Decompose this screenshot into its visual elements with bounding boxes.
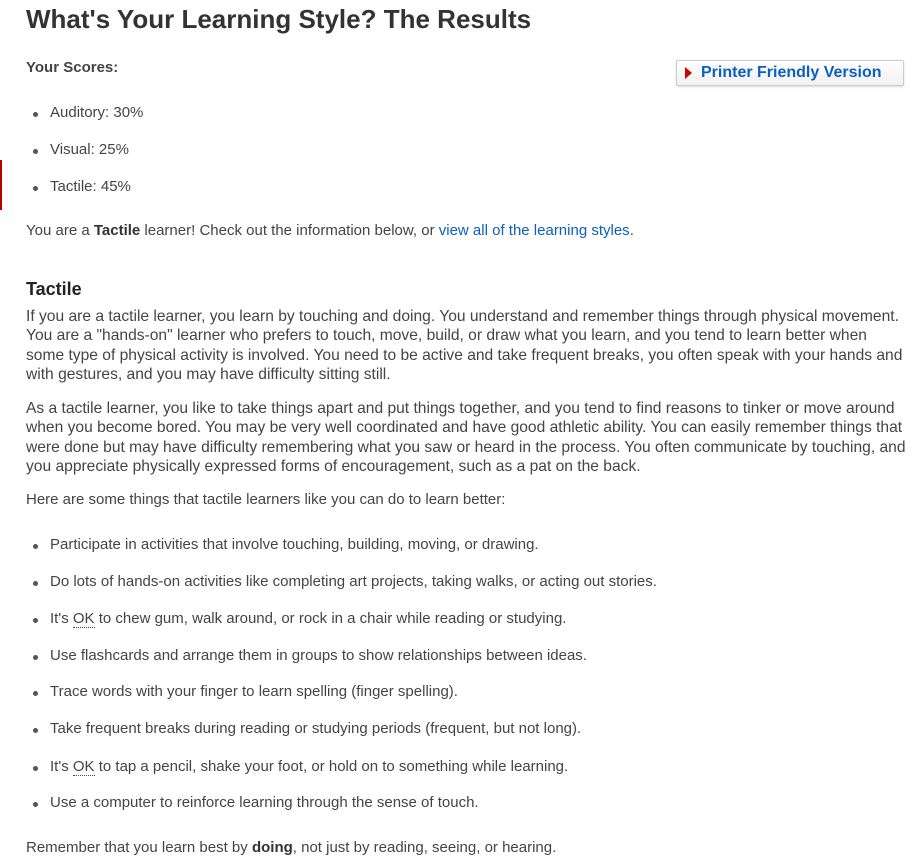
score-visual: Visual: 25% xyxy=(26,141,129,158)
result-sentence: You are a Tactile learner! Check out the… xyxy=(26,222,634,239)
tip-item: Take frequent breaks during reading or s… xyxy=(26,720,581,737)
tip-item: Use a computer to reinforce learning thr… xyxy=(26,794,479,811)
tip-item: Use flashcards and arrange them in group… xyxy=(26,647,587,664)
tip-text: to tap a pencil, shake your foot, or hol… xyxy=(94,758,569,775)
result-style: Tactile xyxy=(93,222,141,239)
left-edge-marker xyxy=(0,160,2,210)
tip-text: It's xyxy=(50,610,73,627)
result-suffix: . xyxy=(629,222,634,239)
printer-friendly-label: Printer Friendly Version xyxy=(701,64,882,81)
result-middle: learner! Check out the information below… xyxy=(140,222,439,239)
closing-prefix: Remember that you learn best by xyxy=(26,839,252,856)
scores-label: Your Scores: xyxy=(26,59,119,76)
play-arrow-icon xyxy=(685,67,692,79)
tip-item: It's OK to tap a pencil, shake your foot… xyxy=(26,758,569,776)
section-title: Tactile xyxy=(26,279,82,299)
description-paragraph-2: As a tactile learner, you like to take t… xyxy=(26,400,906,476)
tip-item: It's OK to chew gum, walk around, or roc… xyxy=(26,610,567,628)
closing-bold: doing xyxy=(251,839,293,856)
tip-text: It's xyxy=(50,758,73,775)
printer-friendly-button[interactable]: Printer Friendly Version xyxy=(676,60,904,86)
tip-item: Do lots of hands-on activities like comp… xyxy=(26,573,657,590)
score-auditory: Auditory: 30% xyxy=(26,104,143,121)
tip-item: Trace words with your finger to learn sp… xyxy=(26,683,458,700)
closing-sentence: Remember that you learn best by doing, n… xyxy=(26,839,556,856)
tip-text: to chew gum, walk around, or rock in a c… xyxy=(94,610,567,627)
tip-abbr: OK xyxy=(72,758,95,776)
description-paragraph-1: If you are a tactile learner, you learn … xyxy=(26,308,903,384)
tip-item: Participate in activities that involve t… xyxy=(26,536,539,553)
score-tactile: Tactile: 45% xyxy=(26,178,131,195)
closing-suffix: , not just by reading, seeing, or hearin… xyxy=(292,839,557,856)
tip-abbr: OK xyxy=(72,610,95,628)
tips-intro: Here are some things that tactile learne… xyxy=(26,491,506,508)
result-prefix: You are a xyxy=(26,222,94,239)
page-title: What's Your Learning Style? The Results xyxy=(26,4,532,34)
view-all-styles-link[interactable]: view all of the learning styles xyxy=(439,222,630,239)
